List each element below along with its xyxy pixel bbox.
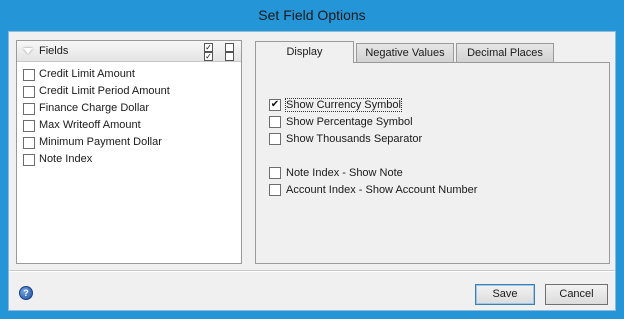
field-item[interactable]: Minimum Payment Dollar: [23, 135, 237, 151]
show-currency-symbol-checkbox[interactable]: ✔: [269, 99, 281, 111]
unmark-all-icon-2[interactable]: [225, 52, 234, 61]
field-label: Credit Limit Period Amount: [39, 85, 170, 97]
field-checkbox[interactable]: [23, 154, 35, 166]
mark-all-checked-icon[interactable]: ✓: [204, 43, 213, 52]
dialog-window: Set Field Options Fields ✓ ✓ Credit Limi…: [0, 0, 624, 319]
option-show-currency-symbol[interactable]: ✔ Show Currency Symbol: [269, 98, 599, 114]
field-label: Note Index: [39, 153, 93, 165]
help-icon[interactable]: ?: [19, 286, 33, 300]
show-percentage-symbol-checkbox[interactable]: [269, 116, 281, 128]
field-checkbox[interactable]: [23, 86, 35, 98]
option-account-index-show-account-number[interactable]: Account Index - Show Account Number: [269, 183, 599, 199]
mark-all-checked-icon-2[interactable]: ✓: [204, 52, 213, 61]
field-item[interactable]: Note Index: [23, 152, 237, 168]
fields-header-label: Fields: [39, 45, 69, 57]
collapse-triangle-icon[interactable]: [23, 48, 33, 54]
field-item[interactable]: Credit Limit Period Amount: [23, 84, 237, 100]
dialog-title: Set Field Options: [258, 7, 366, 23]
field-checkbox[interactable]: [23, 103, 35, 115]
field-checkbox[interactable]: [23, 120, 35, 132]
fields-panel: Fields ✓ ✓ Credit Limit Amount Credit Li…: [16, 40, 242, 264]
field-item[interactable]: Max Writeoff Amount: [23, 118, 237, 134]
option-label: Note Index - Show Note: [286, 167, 403, 179]
option-label: Show Thousands Separator: [286, 133, 423, 145]
option-label: Show Percentage Symbol: [286, 116, 413, 128]
field-checkbox[interactable]: [23, 69, 35, 81]
note-index-show-note-checkbox[interactable]: [269, 167, 281, 179]
field-label: Minimum Payment Dollar: [39, 136, 162, 148]
save-button[interactable]: Save: [475, 284, 535, 305]
option-label: Show Currency Symbol: [285, 98, 402, 112]
field-label: Max Writeoff Amount: [39, 119, 141, 131]
fields-header: Fields ✓ ✓: [17, 41, 241, 62]
select-all-toggle[interactable]: ✓ ✓: [204, 43, 238, 61]
account-index-show-account-number-checkbox[interactable]: [269, 184, 281, 196]
cancel-button[interactable]: Cancel: [545, 284, 608, 305]
field-label: Finance Charge Dollar: [39, 102, 150, 114]
option-show-thousands-separator[interactable]: Show Thousands Separator: [269, 132, 599, 148]
tab-decimal-places[interactable]: Decimal Places: [456, 43, 554, 62]
field-item[interactable]: Credit Limit Amount: [23, 67, 237, 83]
option-label: Account Index - Show Account Number: [286, 184, 478, 196]
field-label: Credit Limit Amount: [39, 68, 135, 80]
field-checkbox[interactable]: [23, 137, 35, 149]
unmark-all-icon[interactable]: [225, 43, 234, 52]
display-tab-panel: ✔ Show Currency Symbol Show Percentage S…: [255, 62, 610, 264]
footer-divider: [9, 270, 615, 272]
option-note-index-show-note[interactable]: Note Index - Show Note: [269, 166, 599, 182]
tab-negative-values[interactable]: Negative Values: [356, 43, 454, 62]
tab-display[interactable]: Display: [255, 41, 354, 63]
field-item[interactable]: Finance Charge Dollar: [23, 101, 237, 117]
dialog-body: Fields ✓ ✓ Credit Limit Amount Credit Li…: [8, 31, 616, 311]
show-thousands-separator-checkbox[interactable]: [269, 133, 281, 145]
option-show-percentage-symbol[interactable]: Show Percentage Symbol: [269, 115, 599, 131]
options-tabs: Display Negative Values Decimal Places: [255, 41, 611, 63]
